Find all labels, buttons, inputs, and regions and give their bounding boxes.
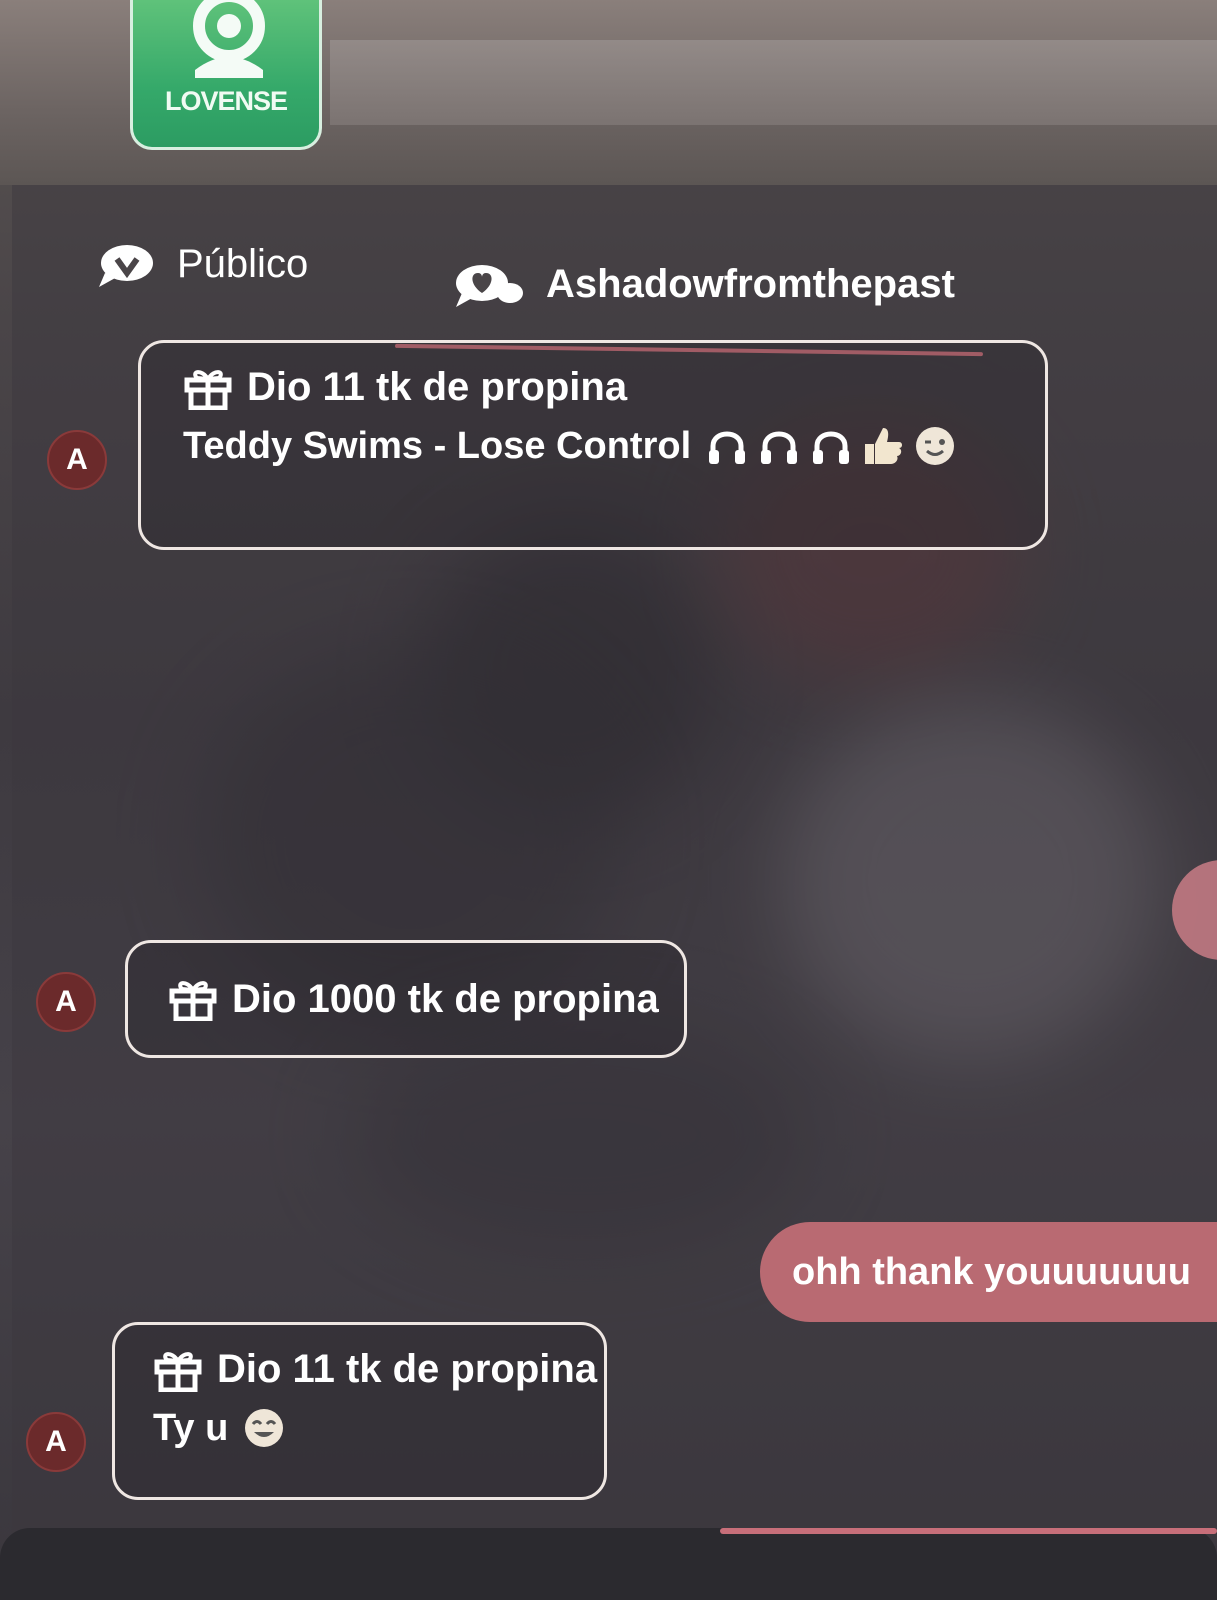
gift-icon — [154, 1351, 202, 1392]
emoji-group — [242, 1406, 286, 1450]
chat-input-bar[interactable] — [0, 1528, 1217, 1600]
lovense-widget[interactable]: LOVENSE — [130, 0, 322, 150]
input-focus-indicator — [720, 1528, 1217, 1534]
sent-message-bubble: ohh thank youuuuuuu — [760, 1222, 1217, 1322]
headphones-icon — [813, 431, 850, 464]
headphones-icon — [761, 431, 798, 464]
chat-message-text: Ty u — [153, 1406, 229, 1449]
headphones-icon — [709, 431, 746, 464]
tip-message-bubble: Dio 11 tk de propina Teddy Swims - Lose … — [138, 340, 1048, 550]
gift-icon — [184, 369, 232, 410]
winking-face-icon — [916, 427, 955, 465]
tab-private-label: Ashadowfromthepast — [546, 262, 955, 306]
webcam-icon — [193, 0, 265, 78]
tab-public[interactable]: Público — [95, 242, 308, 287]
tab-private[interactable]: Ashadowfromthepast — [452, 262, 955, 307]
smiling-face-icon — [245, 1409, 284, 1447]
avatar[interactable]: A — [36, 972, 96, 1032]
lovense-logo-text: LOVENSE — [164, 86, 288, 116]
chat-message-text: Teddy Swims - Lose Control — [183, 424, 692, 467]
gift-icon — [169, 981, 217, 1021]
tip-amount-text: Dio 11 tk de propina — [217, 1347, 598, 1391]
sent-message-text: ohh thank youuuuuuu — [792, 1250, 1191, 1293]
avatar-initial: A — [66, 443, 88, 476]
header-overlay — [330, 40, 1217, 125]
private-chat-heart-icon — [456, 264, 523, 307]
avatar-initial: A — [55, 985, 77, 1018]
tip-message-bubble: Dio 1000 tk de propina — [125, 940, 687, 1058]
thumbs-up-icon — [865, 428, 903, 464]
tip-amount-text: Dio 11 tk de propina — [247, 365, 628, 409]
tab-public-label: Público — [177, 242, 309, 286]
avatar[interactable]: A — [47, 430, 107, 490]
tip-message-bubble: Dio 11 tk de propina Ty u — [112, 1322, 607, 1500]
chat-bubble-icon — [99, 244, 153, 287]
avatar[interactable]: A — [26, 1412, 86, 1472]
emoji-group — [705, 424, 957, 468]
avatar-initial: A — [45, 1425, 67, 1458]
tip-amount-text: Dio 1000 tk de propina — [232, 976, 659, 1021]
